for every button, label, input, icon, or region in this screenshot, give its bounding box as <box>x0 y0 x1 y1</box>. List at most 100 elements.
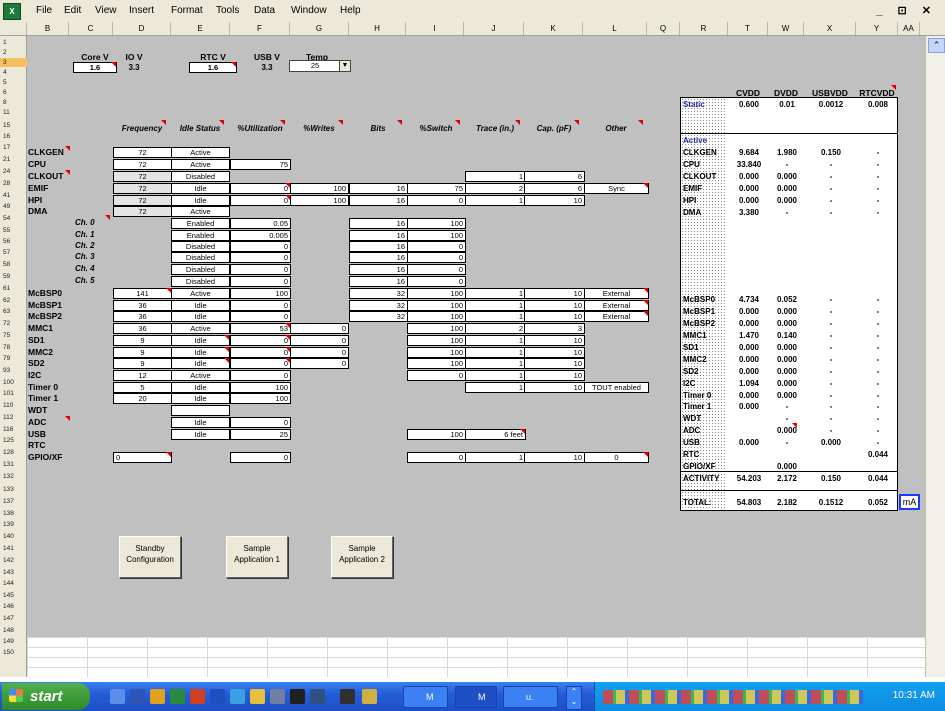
column-header-cell[interactable]: I <box>406 22 464 35</box>
table-cell[interactable]: 141 <box>113 288 172 299</box>
table-cell[interactable]: 0 <box>230 183 291 194</box>
row-header-cell[interactable]: 116 <box>0 425 28 434</box>
taskbar-scroll-icon[interactable]: ⌃ ⌄ <box>566 686 582 710</box>
table-cell[interactable]: 1 <box>465 452 526 463</box>
row-header-cell[interactable]: 24 <box>0 167 28 176</box>
row-header-cell[interactable]: 62 <box>0 296 28 305</box>
column-header-cell[interactable]: G <box>290 22 349 35</box>
row-header-cell[interactable]: 110 <box>0 401 28 410</box>
table-cell[interactable]: 100 <box>407 230 466 241</box>
row-header-cell[interactable]: 143 <box>0 568 28 577</box>
table-cell[interactable]: 100 <box>407 347 466 358</box>
taskbar-item-excel[interactable]: M <box>455 686 497 708</box>
table-cell[interactable]: 0 <box>407 195 466 206</box>
table-cell[interactable]: 100 <box>230 382 291 393</box>
table-cell[interactable]: 75 <box>230 159 291 170</box>
table-cell[interactable]: 0.005 <box>230 230 291 241</box>
row-header-cell[interactable]: 93 <box>0 366 28 375</box>
table-cell[interactable]: Active <box>171 159 230 170</box>
column-header-cell[interactable]: F <box>230 22 290 35</box>
table-cell[interactable]: 10 <box>524 300 585 311</box>
menu-help[interactable]: Help <box>340 5 361 16</box>
table-cell[interactable]: Active <box>171 323 230 334</box>
row-header-cell[interactable]: 16 <box>0 132 28 141</box>
table-cell[interactable]: 32 <box>349 311 408 322</box>
table-cell[interactable]: 6 <box>524 171 585 182</box>
table-cell[interactable]: 0 <box>230 276 291 287</box>
column-header-cell[interactable]: Y <box>856 22 898 35</box>
table-cell[interactable]: 100 <box>407 429 466 440</box>
row-header-cell[interactable]: 56 <box>0 237 28 246</box>
table-cell[interactable]: 0 <box>230 195 291 206</box>
table-cell[interactable]: 0 <box>230 370 291 381</box>
row-header-cell[interactable]: 140 <box>0 532 28 541</box>
table-cell[interactable]: 0 <box>407 252 466 263</box>
column-header-cell[interactable]: AA <box>898 22 920 35</box>
table-cell[interactable]: 1 <box>465 335 526 346</box>
chevron-down-icon[interactable]: ▼ <box>339 60 351 72</box>
table-cell[interactable]: Disabled <box>171 241 230 252</box>
table-cell[interactable]: 0 <box>407 452 466 463</box>
table-cell[interactable]: 32 <box>349 288 408 299</box>
taskbar-item-app[interactable]: u. <box>503 686 558 708</box>
table-cell[interactable]: 100 <box>407 218 466 229</box>
table-cell[interactable]: 1 <box>465 347 526 358</box>
row-header-cell[interactable]: 133 <box>0 485 28 494</box>
table-cell[interactable]: 36 <box>113 300 172 311</box>
column-header-cell[interactable]: D <box>113 22 171 35</box>
table-cell[interactable]: External <box>584 300 649 311</box>
row-header-cell[interactable]: 4 <box>0 68 28 77</box>
row-header-cell[interactable]: 100 <box>0 378 28 387</box>
vertical-scrollbar[interactable]: ⌃ <box>925 36 945 677</box>
table-cell[interactable] <box>171 405 230 416</box>
table-cell[interactable]: 10 <box>524 382 585 393</box>
row-header-cell[interactable]: 146 <box>0 602 28 611</box>
table-cell[interactable]: 9 <box>113 335 172 346</box>
table-cell[interactable]: Idle <box>171 347 230 358</box>
row-header-cell[interactable]: 28 <box>0 179 28 188</box>
table-cell[interactable]: 9 <box>113 358 172 369</box>
unit-cell[interactable]: mA <box>899 494 920 510</box>
table-cell[interactable]: 0 <box>290 358 349 369</box>
row-header-cell[interactable]: 137 <box>0 497 28 506</box>
table-cell[interactable]: 1 <box>465 288 526 299</box>
excel-quick-icon[interactable] <box>170 689 185 704</box>
table-cell[interactable]: Enabled <box>171 230 230 241</box>
table-cell[interactable]: 16 <box>349 276 408 287</box>
outlook-icon[interactable] <box>150 689 165 704</box>
table-cell[interactable]: Disabled <box>171 171 230 182</box>
macro-button[interactable]: Sample Application 2 <box>331 536 393 578</box>
menu-window[interactable]: Window <box>291 5 327 16</box>
table-cell[interactable]: 0 <box>230 347 291 358</box>
quicklaunch-icon[interactable] <box>110 689 125 704</box>
table-cell[interactable]: 0 <box>230 252 291 263</box>
table-cell[interactable]: 0 <box>230 300 291 311</box>
macro-button[interactable]: Sample Application 1 <box>226 536 288 578</box>
menu-edit[interactable]: Edit <box>64 5 81 16</box>
word-icon[interactable] <box>130 689 145 704</box>
table-cell[interactable]: 0 <box>407 264 466 275</box>
menu-insert[interactable]: Insert <box>129 5 154 16</box>
table-cell[interactable]: 16 <box>349 252 408 263</box>
app-icon[interactable] <box>270 689 285 704</box>
table-cell[interactable]: Enabled <box>171 218 230 229</box>
table-cell[interactable]: 0 <box>230 311 291 322</box>
table-cell[interactable]: Idle <box>171 429 230 440</box>
table-cell[interactable]: 100 <box>407 288 466 299</box>
table-cell[interactable]: 100 <box>230 288 291 299</box>
column-header-cell[interactable]: K <box>524 22 583 35</box>
row-header-cell[interactable]: 59 <box>0 272 28 281</box>
row-header-cell[interactable]: 145 <box>0 591 28 600</box>
row-header-cell[interactable]: 41 <box>0 191 28 200</box>
table-cell[interactable]: 16 <box>349 241 408 252</box>
row-header-cell[interactable]: 8 <box>0 98 28 107</box>
table-cell[interactable]: 16 <box>349 183 408 194</box>
table-cell[interactable]: 10 <box>524 311 585 322</box>
row-header-cell[interactable]: 112 <box>0 413 28 422</box>
table-cell[interactable]: 2 <box>465 183 526 194</box>
column-header-cell[interactable]: C <box>69 22 113 35</box>
cmd-icon[interactable] <box>290 689 305 704</box>
table-cell[interactable]: 72 <box>113 206 172 217</box>
column-header-cell[interactable]: T <box>728 22 768 35</box>
table-cell[interactable]: 0 <box>407 370 466 381</box>
